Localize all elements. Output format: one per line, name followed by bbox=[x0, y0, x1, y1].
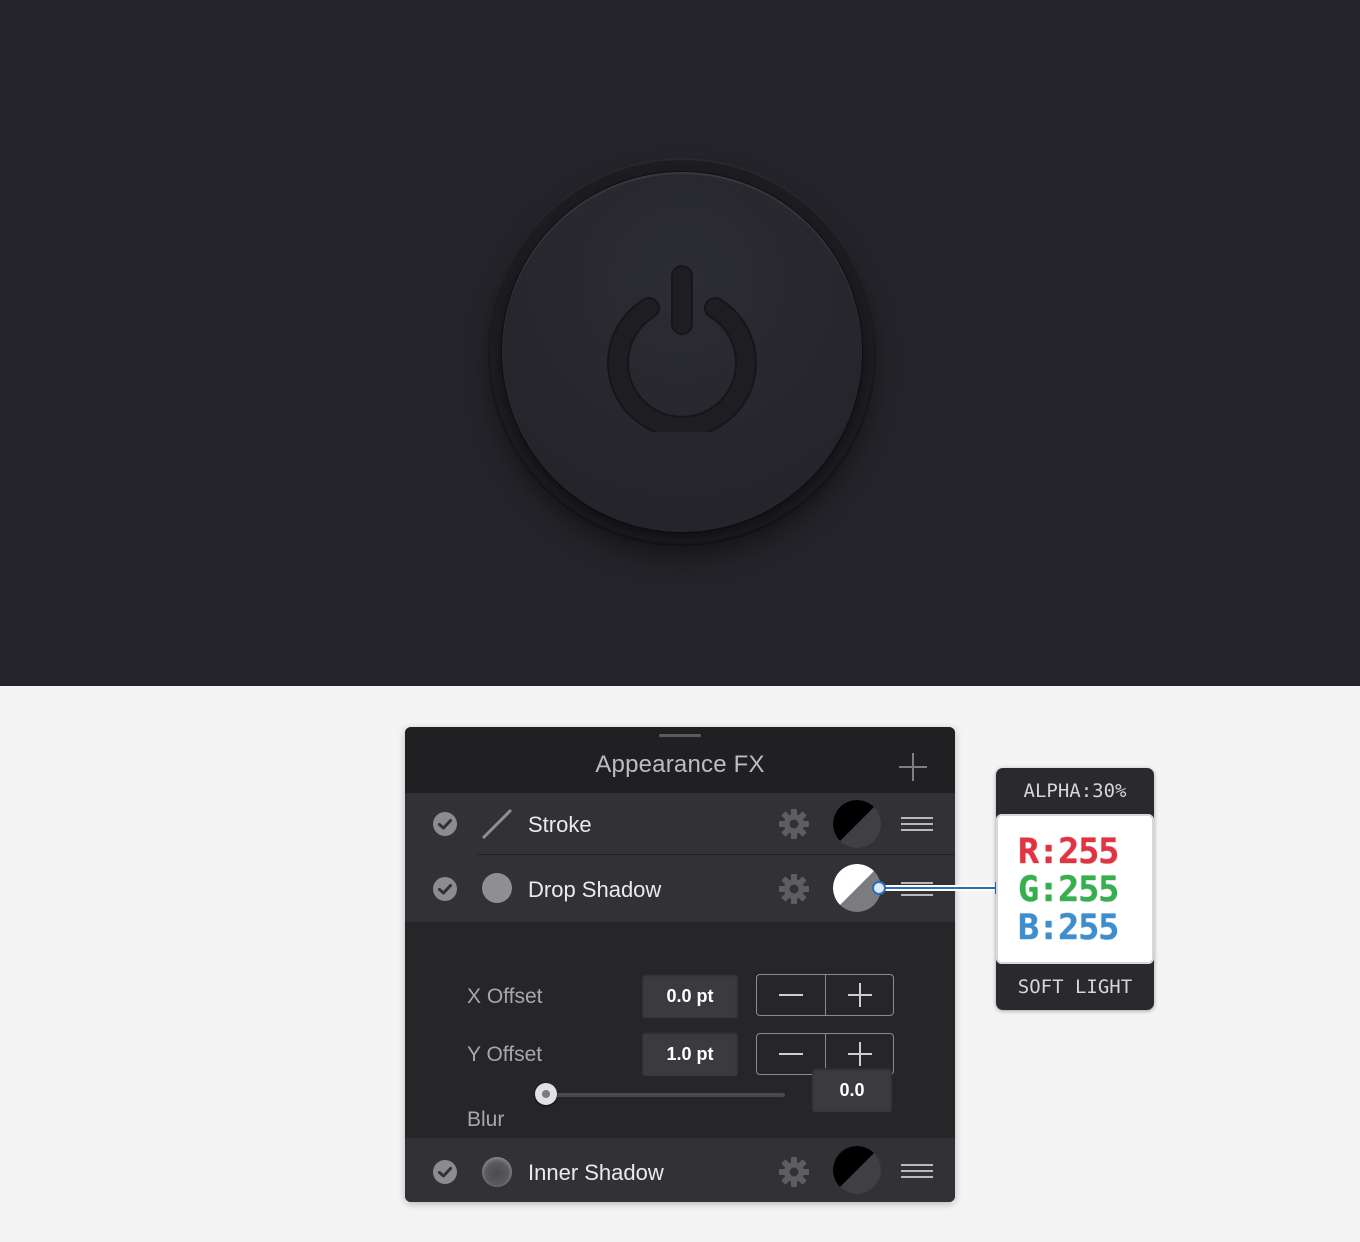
checkmark-icon[interactable] bbox=[433, 877, 457, 901]
y-offset-label: Y Offset bbox=[467, 1043, 543, 1066]
inner-shadow-icon bbox=[482, 1157, 512, 1187]
appearance-panel: Appearance FX Stroke Drop Shadow X Offse… bbox=[405, 727, 955, 1202]
y-offset-field[interactable]: 1.0 pt bbox=[642, 1032, 738, 1076]
reorder-handle-icon[interactable] bbox=[901, 1164, 933, 1178]
blur-slider-track[interactable] bbox=[547, 1093, 785, 1097]
blur-field[interactable]: 0.0 bbox=[812, 1068, 892, 1112]
add-effect-icon[interactable] bbox=[897, 751, 929, 783]
rgb-panel: R:255 G:255 B:255 bbox=[996, 814, 1154, 964]
drop-shadow-options: X Offset 0.0 pt Y Offset 1.0 pt Blur 0.0 bbox=[405, 922, 955, 1138]
x-offset-stepper bbox=[756, 974, 894, 1016]
panel-header: Appearance FX bbox=[405, 727, 955, 793]
color-swatch[interactable] bbox=[833, 800, 881, 848]
x-offset-label: X Offset bbox=[467, 985, 543, 1008]
blue-value: B:255 bbox=[1018, 908, 1119, 948]
reorder-handle-icon[interactable] bbox=[901, 817, 933, 831]
color-swatch[interactable] bbox=[833, 1146, 881, 1194]
connector-line bbox=[872, 881, 997, 895]
checkmark-icon[interactable] bbox=[433, 812, 457, 836]
stroke-icon bbox=[481, 808, 513, 840]
effect-label: Inner Shadow bbox=[528, 1160, 664, 1185]
gear-icon[interactable] bbox=[777, 872, 811, 906]
effect-row-stroke[interactable]: Stroke bbox=[405, 793, 955, 855]
drop-shadow-icon bbox=[482, 873, 512, 903]
blend-mode-label: SOFT LIGHT bbox=[1017, 976, 1133, 998]
drag-grip[interactable] bbox=[659, 734, 701, 737]
power-icon bbox=[607, 265, 757, 432]
alpha-label: ALPHA:30% bbox=[1023, 780, 1127, 802]
gear-icon[interactable] bbox=[777, 807, 811, 841]
panel-title: Appearance FX bbox=[595, 751, 765, 778]
gear-icon[interactable] bbox=[777, 1155, 811, 1189]
effect-label: Drop Shadow bbox=[528, 877, 662, 902]
red-value: R:255 bbox=[1018, 832, 1119, 872]
plus-icon[interactable] bbox=[826, 975, 894, 1015]
effect-row-inner-shadow[interactable]: Inner Shadow bbox=[405, 1138, 955, 1202]
checkmark-icon[interactable] bbox=[433, 1160, 457, 1184]
green-value: G:255 bbox=[1018, 870, 1119, 910]
color-info-card: ALPHA:30% R:255 G:255 B:255 SOFT LIGHT bbox=[996, 768, 1154, 1010]
blur-slider-knob[interactable] bbox=[535, 1083, 557, 1105]
blur-label: Blur bbox=[467, 1108, 505, 1131]
minus-icon[interactable] bbox=[757, 975, 825, 1015]
preview-canvas bbox=[0, 0, 1360, 686]
effect-label: Stroke bbox=[528, 812, 592, 837]
x-offset-field[interactable]: 0.0 pt bbox=[642, 974, 738, 1018]
